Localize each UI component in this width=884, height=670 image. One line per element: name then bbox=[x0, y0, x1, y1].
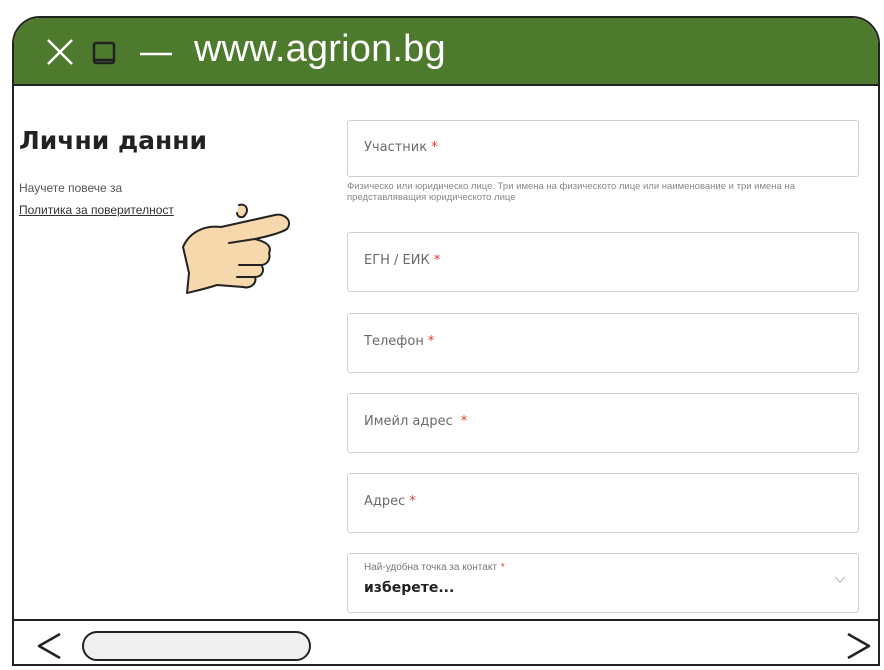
required-mark: * bbox=[427, 334, 435, 349]
chevron-left-icon[interactable] bbox=[34, 629, 64, 663]
page-title: Лични данни bbox=[19, 126, 208, 155]
participant-label: Участник bbox=[364, 140, 428, 155]
egn-field[interactable]: ЕГН / ЕИК * bbox=[347, 232, 859, 292]
required-mark: * bbox=[433, 253, 441, 268]
privacy-policy-link[interactable]: Политика за поверителност bbox=[19, 203, 174, 217]
participant-helper-text: Физическо или юридическо лице. Три имена… bbox=[347, 181, 795, 203]
chevron-right-icon[interactable] bbox=[844, 629, 874, 663]
close-icon[interactable] bbox=[44, 36, 76, 68]
pointing-hand-icon bbox=[182, 203, 291, 294]
address-bar[interactable]: www.agrion.bg bbox=[194, 28, 446, 71]
scroll-thumb[interactable] bbox=[82, 631, 311, 661]
minimize-icon[interactable] bbox=[136, 38, 176, 66]
contact-point-value: изберете... bbox=[364, 580, 455, 596]
scroll-bar bbox=[14, 619, 878, 664]
required-mark: * bbox=[409, 494, 416, 509]
maximize-icon[interactable] bbox=[91, 40, 117, 68]
required-mark: * bbox=[431, 140, 438, 155]
participant-field[interactable]: Участник * bbox=[347, 120, 859, 177]
contact-point-label: Най-удобна точка за контакт bbox=[364, 562, 497, 573]
title-bar: www.agrion.bg bbox=[14, 18, 878, 86]
address-field[interactable]: Адрес * bbox=[347, 473, 859, 533]
page-content: Лични данни Научете повече за Политика з… bbox=[14, 86, 878, 619]
contact-point-select[interactable]: Най-удобна точка за контакт * изберете... bbox=[347, 553, 859, 613]
email-label: Имейл адрес bbox=[364, 414, 453, 429]
browser-window: www.agrion.bg Лични данни Научете повече… bbox=[12, 16, 880, 666]
required-mark: * bbox=[460, 414, 468, 429]
email-field[interactable]: Имейл адрес * bbox=[347, 393, 859, 453]
privacy-note: Научете повече за bbox=[19, 181, 123, 195]
required-mark: * bbox=[500, 562, 505, 573]
egn-label: ЕГН / ЕИК bbox=[364, 253, 430, 268]
phone-label: Телефон bbox=[364, 334, 424, 349]
phone-field[interactable]: Телефон * bbox=[347, 313, 859, 373]
chevron-down-icon bbox=[834, 576, 846, 583]
address-label: Адрес bbox=[364, 494, 406, 509]
